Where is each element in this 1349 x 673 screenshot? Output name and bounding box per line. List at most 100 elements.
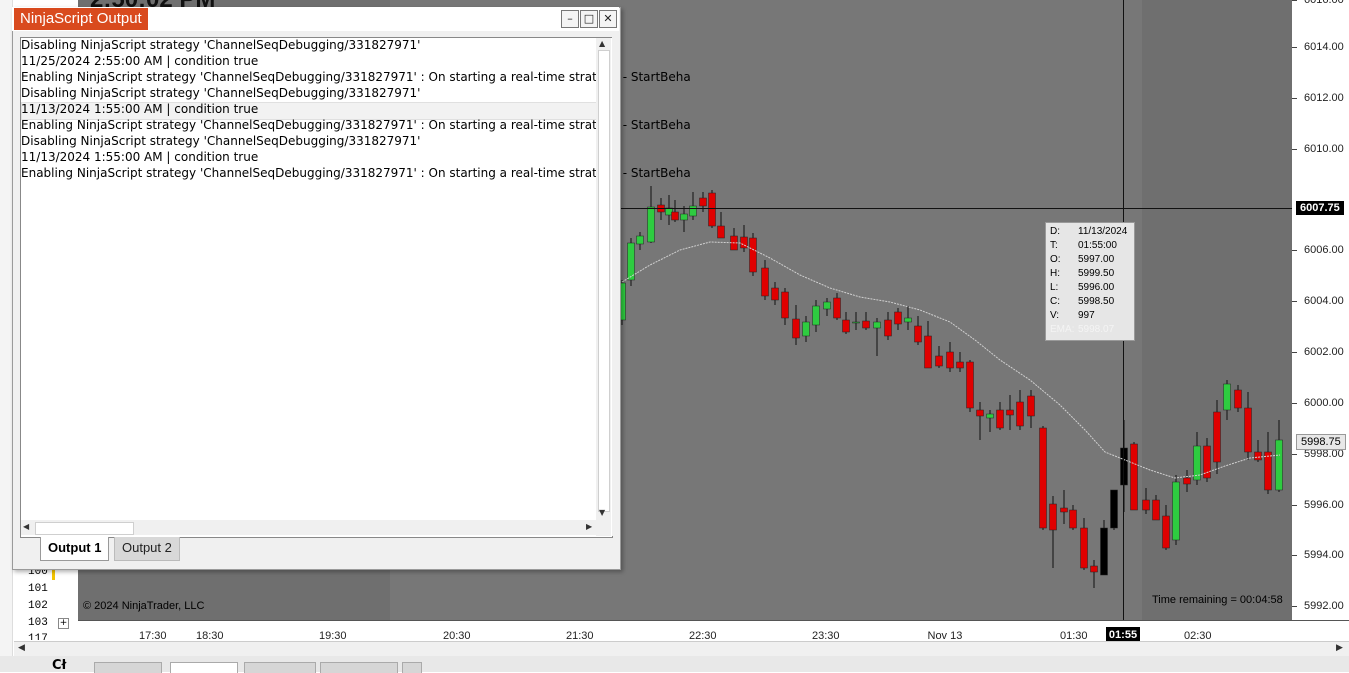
- price-axis-label: 5994.00: [1304, 549, 1344, 561]
- scroll-up-icon[interactable]: ▲: [599, 39, 605, 48]
- maximize-icon[interactable]: □: [580, 10, 598, 28]
- tooltip-low: 5996.00: [1078, 282, 1115, 293]
- tooltip-date-label: D:: [1050, 226, 1060, 237]
- candle-body: [873, 321, 881, 329]
- price-axis-label: 6014.00: [1304, 41, 1344, 53]
- output-line: Disabling NinjaScript strategy 'ChannelS…: [21, 134, 421, 148]
- candle-body: [1172, 481, 1180, 541]
- horizontal-scroll-thumb[interactable]: [35, 522, 134, 535]
- chart-tab[interactable]: [94, 662, 162, 673]
- candle-body: [812, 305, 820, 326]
- candle-body: [862, 320, 870, 329]
- candle-body: [1234, 389, 1242, 409]
- candle-body: [708, 192, 716, 227]
- candle-body: [842, 319, 850, 333]
- candle-body: [1049, 503, 1057, 531]
- output-line: 11/25/2024 2:55:00 AM | condition true: [21, 54, 259, 68]
- candle-body: [771, 287, 779, 301]
- scroll-left-icon[interactable]: ◀: [18, 643, 25, 653]
- candle-body: [966, 361, 974, 409]
- bar-timer-text: Time remaining = 00:04:58: [1152, 594, 1283, 606]
- price-axis-label: 6016.00: [1304, 0, 1344, 6]
- vertical-scroll-thumb[interactable]: [598, 50, 610, 512]
- tooltip-time: 01:55:00: [1078, 240, 1117, 251]
- output-line: Disabling NinjaScript strategy 'ChannelS…: [21, 86, 421, 100]
- candle-body: [627, 242, 635, 281]
- price-axis-tick: [1292, 505, 1297, 506]
- tooltip-ema-label: EMA:: [1050, 324, 1075, 335]
- candle-body: [1223, 383, 1231, 411]
- line-number: 101: [28, 583, 48, 595]
- line-number: 103: [28, 617, 48, 629]
- price-axis-label: 5996.00: [1304, 499, 1344, 511]
- chart-tab-active[interactable]: [170, 662, 238, 673]
- candle-body: [956, 361, 964, 369]
- price-axis-label: 6002.00: [1304, 346, 1344, 358]
- scroll-right-icon[interactable]: ▶: [586, 522, 592, 531]
- candle-body: [976, 409, 984, 417]
- chart-tab[interactable]: [244, 662, 316, 673]
- chart-tab[interactable]: [320, 662, 398, 673]
- output-line: Enabling NinjaScript strategy 'ChannelSe…: [21, 166, 691, 180]
- minimize-icon[interactable]: –: [561, 10, 579, 28]
- tooltip-low-label: L:: [1050, 282, 1059, 293]
- tooltip-high: 5999.50: [1078, 268, 1115, 279]
- candle-body: [1120, 447, 1128, 486]
- output-line: 11/13/2024 1:55:00 AM | condition true: [21, 102, 259, 116]
- crosshair-price-tag: 6007.75: [1296, 201, 1344, 215]
- candle-body: [1264, 451, 1272, 491]
- tooltip-close-label: C:: [1050, 296, 1060, 307]
- last-price-tag: 5998.75: [1296, 434, 1346, 450]
- tab-output-1[interactable]: Output 1: [40, 537, 110, 561]
- window-border: [612, 37, 619, 536]
- price-axis-label: 6000.00: [1304, 397, 1344, 409]
- price-axis-tick: [1292, 301, 1297, 302]
- price-axis-tick: [1292, 47, 1297, 48]
- crosshair-horizontal: [620, 208, 1292, 209]
- candle-body: [1152, 499, 1160, 521]
- scroll-right-icon[interactable]: ▶: [1336, 643, 1343, 653]
- candle-body: [1090, 565, 1098, 573]
- candle-body: [1244, 407, 1252, 453]
- candle-body: [1006, 409, 1014, 416]
- tooltip-open: 5997.00: [1078, 254, 1115, 265]
- expand-icon[interactable]: +: [58, 618, 69, 629]
- tooltip-ema: 5998.07: [1078, 324, 1115, 335]
- candle-body: [671, 211, 679, 221]
- data-box-tooltip: D: 11/13/2024 T: 01:55:00 O: 5997.00 H: 5999…: [1045, 222, 1135, 341]
- candle-body: [781, 291, 789, 319]
- price-axis-tick: [1292, 0, 1297, 1]
- output-line: 11/13/2024 1:55:00 AM | condition true: [21, 150, 259, 164]
- candle-body: [1213, 411, 1221, 463]
- add-tab-button[interactable]: [402, 662, 422, 673]
- candle-body: [986, 413, 994, 419]
- scroll-down-icon[interactable]: ▼: [599, 508, 605, 517]
- candle-body: [1016, 401, 1024, 427]
- line-number: 117: [28, 633, 48, 640]
- candle-body: [833, 297, 841, 319]
- line-number: 102: [28, 600, 48, 612]
- price-axis-tick: [1292, 555, 1297, 556]
- candle-body: [884, 319, 892, 337]
- candle-body: [636, 235, 644, 245]
- output-window-title: NinjaScript Output: [14, 8, 148, 30]
- price-axis-tick: [1292, 149, 1297, 150]
- price-axis-label: 6006.00: [1304, 244, 1344, 256]
- scroll-left-icon[interactable]: ◀: [23, 522, 29, 531]
- tooltip-volume: 997: [1078, 310, 1095, 321]
- candle-body: [996, 409, 1004, 429]
- tooltip-close: 5998.50: [1078, 296, 1115, 307]
- price-axis-tick: [1292, 454, 1297, 455]
- candle-body: [1254, 451, 1262, 461]
- candle-body: [1130, 443, 1138, 511]
- candle-body: [717, 225, 725, 239]
- candle-body: [802, 321, 810, 337]
- chart-horizontal-scrollbar[interactable]: [14, 641, 1349, 656]
- price-axis-label: 6004.00: [1304, 295, 1344, 307]
- candle-body: [761, 267, 769, 297]
- editor-tab-fragment: Cł: [52, 658, 67, 673]
- tab-output-2[interactable]: Output 2: [114, 537, 180, 561]
- output-line: Enabling NinjaScript strategy 'ChannelSe…: [21, 70, 691, 84]
- close-icon[interactable]: ✕: [599, 10, 617, 28]
- price-axis-label: 6012.00: [1304, 92, 1344, 104]
